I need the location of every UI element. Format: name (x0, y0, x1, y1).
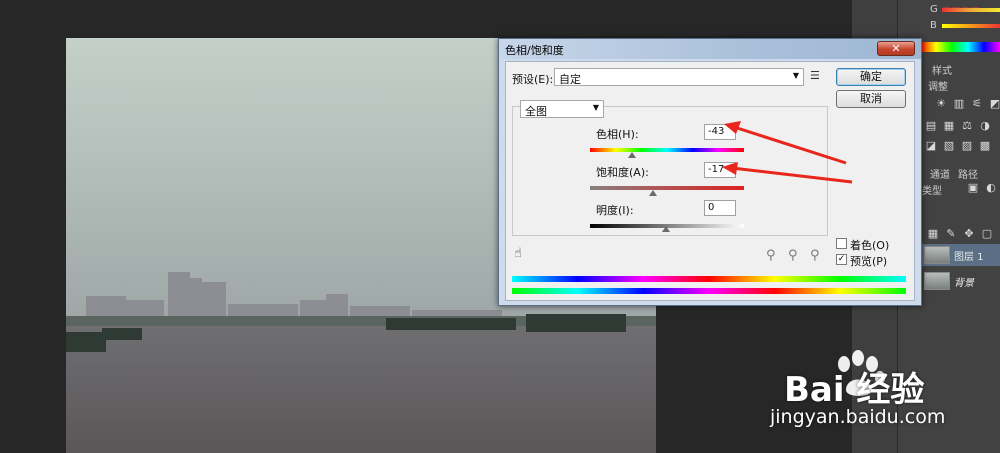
saturation-slider-thumb[interactable] (649, 190, 657, 196)
ok-button[interactable]: 确定 (836, 68, 906, 86)
eyedropper-minus-icon[interactable]: ⚲ (810, 248, 820, 263)
baidu-watermark: Bai 经验 jingyan.baidu.com (760, 350, 990, 440)
target-adjust-hand-icon[interactable]: ☝ (514, 246, 522, 261)
adjust-group (512, 106, 828, 236)
layer-row-background[interactable]: 背景 (920, 270, 1000, 292)
brightness-icon[interactable]: ☀ (934, 98, 948, 110)
curves-icon[interactable]: ⚟ (970, 98, 984, 110)
hue-label: 色相(H): (596, 128, 639, 141)
layer-thumbnail (924, 272, 950, 290)
cancel-button[interactable]: 取消 (836, 90, 906, 108)
invert-icon[interactable]: ◪ (924, 140, 938, 152)
hue-input[interactable]: -43 (704, 124, 736, 140)
lightness-slider-thumb[interactable] (662, 226, 670, 232)
layer-type-filter[interactable]: 类型 (922, 182, 942, 197)
tab-adjustments[interactable]: 调整 (928, 78, 948, 93)
balance-scale-icon[interactable]: ⚖ (960, 120, 974, 132)
hue-slider-thumb[interactable] (628, 152, 636, 158)
channel-b-label: B (930, 20, 937, 31)
saturation-slider[interactable] (590, 186, 744, 190)
preset-label: 预设(E): (512, 73, 554, 86)
preset-options-icon[interactable]: ☰ (810, 69, 820, 82)
chevron-down-icon: ▼ (592, 103, 599, 112)
threshold-icon[interactable]: ▨ (960, 140, 974, 152)
blue-slider[interactable] (942, 24, 1000, 28)
levels-icon[interactable]: ▥ (952, 98, 966, 110)
hue-saturation-dialog: 色相/饱和度 ✕ 预设(E): 自定 ▼ ☰ 确定 取消 全图 ▼ 色相(H):… (498, 38, 922, 306)
hue-slider[interactable] (590, 148, 744, 152)
color-balance-icon[interactable]: ▦ (942, 120, 956, 132)
dialog-titlebar[interactable]: 色相/饱和度 ✕ (499, 39, 921, 59)
spectrum-bar[interactable] (920, 42, 1000, 52)
preview-checkbox[interactable]: ✓ (836, 254, 847, 265)
tab-styles[interactable]: 样式 (932, 62, 952, 77)
lock-all-icon[interactable]: ▢ (980, 228, 994, 240)
colorize-label: 着色(O) (850, 239, 890, 252)
preset-value: 自定 (559, 73, 581, 86)
channel-dropdown[interactable]: 全图 ▼ (520, 100, 604, 118)
dialog-client: 预设(E): 自定 ▼ ☰ 确定 取消 全图 ▼ 色相(H): -43 饱和度(… (505, 61, 915, 301)
photo-filter-icon[interactable]: ◑ (978, 120, 992, 132)
gradient-map-icon[interactable]: ▩ (978, 140, 992, 152)
result-color-bar (512, 288, 906, 294)
lightness-label: 明度(I): (596, 204, 634, 217)
preset-dropdown[interactable]: 自定 ▼ (554, 68, 804, 86)
lock-pixels-icon[interactable]: ▦ (926, 228, 940, 240)
green-slider[interactable] (942, 8, 1000, 12)
eyedropper-plus-icon[interactable]: ⚲ (788, 248, 798, 263)
filter-adjust-icon[interactable]: ◐ (984, 182, 998, 194)
layer-thumbnail (924, 246, 950, 264)
layer-name: 背景 (954, 278, 974, 289)
filter-image-icon[interactable]: ▣ (966, 182, 980, 194)
lightness-input[interactable]: 0 (704, 200, 736, 216)
posterize-icon[interactable]: ▧ (942, 140, 956, 152)
hue-sat-icon[interactable]: ▤ (924, 120, 938, 132)
eyedropper-icon[interactable]: ⚲ (766, 248, 776, 263)
lock-move-icon[interactable]: ✥ (962, 228, 976, 240)
tab-channels[interactable]: 通道 (930, 166, 950, 181)
saturation-label: 饱和度(A): (596, 166, 649, 179)
watermark-brand: Bai 经验 (784, 370, 925, 410)
channel-value: 全图 (525, 105, 547, 118)
chevron-down-icon: ▼ (792, 71, 799, 80)
close-button[interactable]: ✕ (877, 41, 915, 56)
source-color-bar (512, 276, 906, 282)
colorize-checkbox[interactable] (836, 238, 847, 249)
preview-label: 预览(P) (850, 255, 888, 268)
channel-g-label: G (930, 4, 938, 15)
watermark-url: jingyan.baidu.com (770, 406, 946, 428)
lock-brush-icon[interactable]: ✎ (944, 228, 958, 240)
exposure-icon[interactable]: ◩ (988, 98, 1000, 110)
saturation-input[interactable]: -17 (704, 162, 736, 178)
layer-name: 图层 1 (954, 252, 984, 263)
dialog-title: 色相/饱和度 (505, 44, 564, 57)
tab-paths[interactable]: 路径 (958, 166, 978, 181)
layer-row-1[interactable]: 图层 1 (920, 244, 1000, 266)
